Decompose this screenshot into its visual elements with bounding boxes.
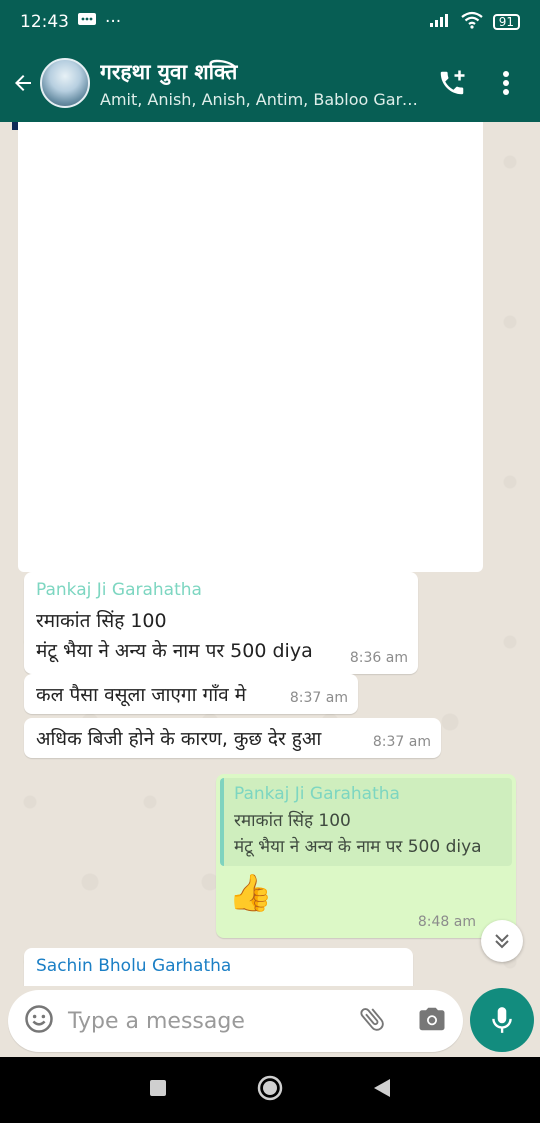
signal-icon (429, 12, 451, 33)
more-notifications-icon: ··· (105, 12, 122, 32)
group-avatar[interactable] (40, 58, 90, 108)
home-icon[interactable] (257, 1075, 283, 1105)
attach-icon[interactable] (357, 1004, 387, 1038)
more-options-icon[interactable] (486, 63, 526, 103)
microphone-icon (492, 1007, 512, 1033)
emoji-icon[interactable] (24, 1004, 54, 1038)
quoted-message[interactable]: Pankaj Ji Garahatha रमाकांत सिंह 100 मंट… (220, 778, 512, 866)
chat-area[interactable]: f ● Pankaj Ji Garahatha रमाकांत सिंह 100… (0, 122, 540, 986)
message-bubble-outgoing[interactable]: Pankaj Ji Garahatha रमाकांत सिंह 100 मंट… (216, 774, 516, 938)
camera-icon[interactable] (417, 1004, 447, 1038)
message-text: अधिक बिजी होने के कारण, कुछ देर हुआ (36, 728, 322, 750)
message-bubble-incoming[interactable]: अधिक बिजी होने के कारण, कुछ देर हुआ 8:37… (24, 718, 441, 758)
microphone-button[interactable] (470, 988, 534, 1052)
message-bubble-incoming[interactable]: Pankaj Ji Garahatha रमाकांत सिंह 100 मंट… (24, 572, 418, 674)
message-sender: Pankaj Ji Garahatha (36, 580, 202, 600)
quoted-text: रमाकांत सिंह 100 (234, 811, 351, 831)
message-sender: Sachin Bholu Garhatha (36, 956, 232, 976)
chat-title-area[interactable]: गरहथा युवा शक्ति Amit, Anish, Anish, Ant… (100, 58, 418, 109)
status-time: 12:43 (20, 12, 69, 32)
wifi-icon (461, 11, 483, 34)
message-input[interactable]: Type a message (8, 990, 463, 1052)
message-time: 8:37 am (372, 734, 431, 750)
message-input-placeholder: Type a message (68, 1008, 245, 1034)
message-bubble-incoming[interactable]: कल पैसा वसूला जाएगा गाँव मे 8:37 am (24, 674, 358, 714)
message-time: 8:48 am (417, 914, 476, 930)
composer: Type a message (0, 987, 540, 1057)
chat-header: गरहथा युवा शक्ति Amit, Anish, Anish, Ant… (0, 44, 540, 122)
status-bar: 12:43 ··· 91 (0, 0, 540, 44)
quoted-sender: Pankaj Ji Garahatha (234, 784, 400, 804)
image-message[interactable] (18, 122, 483, 572)
add-call-icon[interactable] (432, 63, 472, 103)
message-notification-icon (77, 12, 97, 33)
recents-icon[interactable] (149, 1079, 167, 1101)
message-time: 8:36 am (349, 650, 408, 666)
message-time: 8:37 am (289, 690, 348, 706)
message-text: कल पैसा वसूला जाएगा गाँव मे (36, 684, 247, 706)
group-members: Amit, Anish, Anish, Antim, Babloo Garh..… (100, 89, 418, 109)
thumbs-up-emoji: 👍 (228, 873, 273, 914)
quoted-text: मंटू भैया ने अन्य के नाम पर 500 diya (234, 837, 482, 857)
system-nav-bar (0, 1057, 540, 1123)
back-icon[interactable] (373, 1078, 391, 1102)
message-text: रमाकांत सिंह 100 (36, 610, 167, 632)
message-bubble-incoming[interactable]: Sachin Bholu Garhatha (24, 948, 413, 986)
battery-indicator: 91 (492, 14, 520, 30)
group-name: गरहथा युवा शक्ति (100, 59, 238, 84)
chevron-double-down-icon (495, 934, 509, 949)
scroll-down-button[interactable] (481, 920, 523, 962)
back-arrow-icon[interactable] (8, 63, 38, 103)
